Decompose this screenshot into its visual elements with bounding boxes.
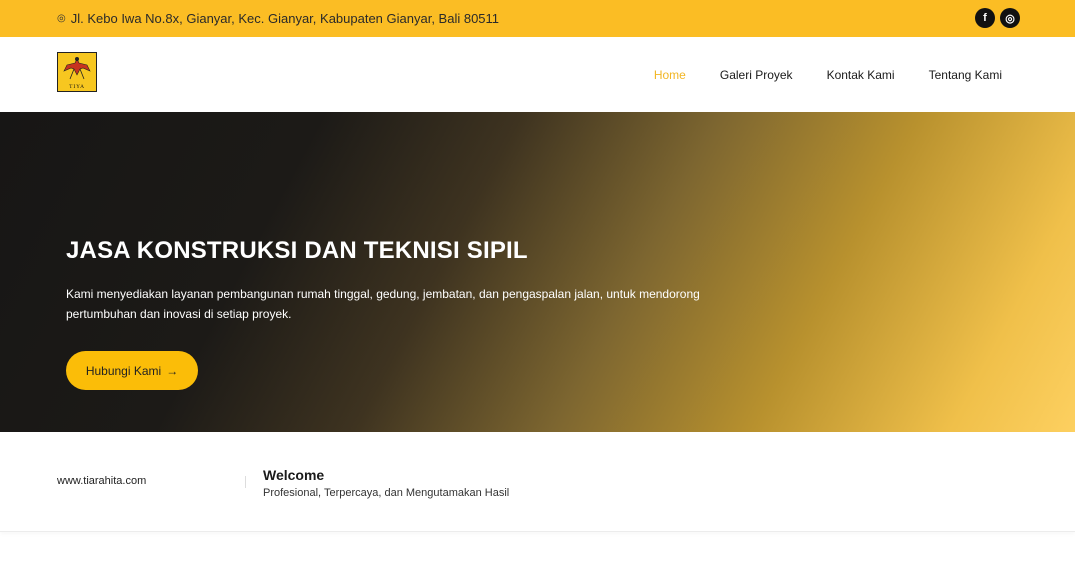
address: ◎ Jl. Kebo Iwa No.8x, Gianyar, Kec. Gian…: [57, 0, 499, 37]
site-header: TIYA Home Galeri Proyek Kontak Kami Tent…: [0, 37, 1075, 112]
welcome-tagline: Profesional, Terpercaya, dan Mengutamaka…: [263, 487, 510, 499]
logo-text: TIYA: [69, 84, 85, 90]
nav-item-tentang-kami[interactable]: Tentang Kami: [929, 68, 1002, 82]
website-url: www.tiarahita.com: [57, 475, 147, 487]
welcome-strip: www.tiarahita.com Welcome Profesional, T…: [0, 432, 1075, 532]
main-nav: Home Galeri Proyek Kontak Kami Tentang K…: [654, 37, 1002, 112]
hero-description: Kami menyediakan layanan pembangunan rum…: [66, 287, 700, 321]
hero-banner: JASA KONSTRUKSI DAN TEKNISI SIPIL Kami m…: [0, 112, 1075, 432]
arrow-right-icon: →: [166, 363, 179, 378]
cta-label: Hubungi Kami: [85, 363, 162, 378]
welcome-heading: Welcome: [263, 467, 325, 483]
logo[interactable]: TIYA: [57, 52, 97, 92]
location-pin-icon: ◎: [57, 13, 66, 24]
top-bar: ◎ Jl. Kebo Iwa No.8x, Gianyar, Kec. Gian…: [0, 0, 1075, 37]
facebook-icon[interactable]: f: [975, 8, 995, 28]
nav-item-home[interactable]: Home: [654, 68, 686, 82]
divider: [245, 476, 246, 488]
instagram-icon[interactable]: ◎: [1000, 8, 1020, 28]
nav-item-galeri-proyek[interactable]: Galeri Proyek: [720, 68, 793, 82]
address-text: Jl. Kebo Iwa No.8x, Gianyar, Kec. Gianya…: [70, 11, 500, 26]
garuda-logo-icon: [63, 57, 91, 80]
nav-item-kontak-kami[interactable]: Kontak Kami: [827, 68, 895, 82]
contact-us-button[interactable]: Hubungi Kami →: [66, 351, 198, 390]
hero-title: JASA KONSTRUKSI DAN TEKNISI SIPIL: [66, 237, 528, 264]
social-links: f ◎: [975, 8, 1020, 28]
